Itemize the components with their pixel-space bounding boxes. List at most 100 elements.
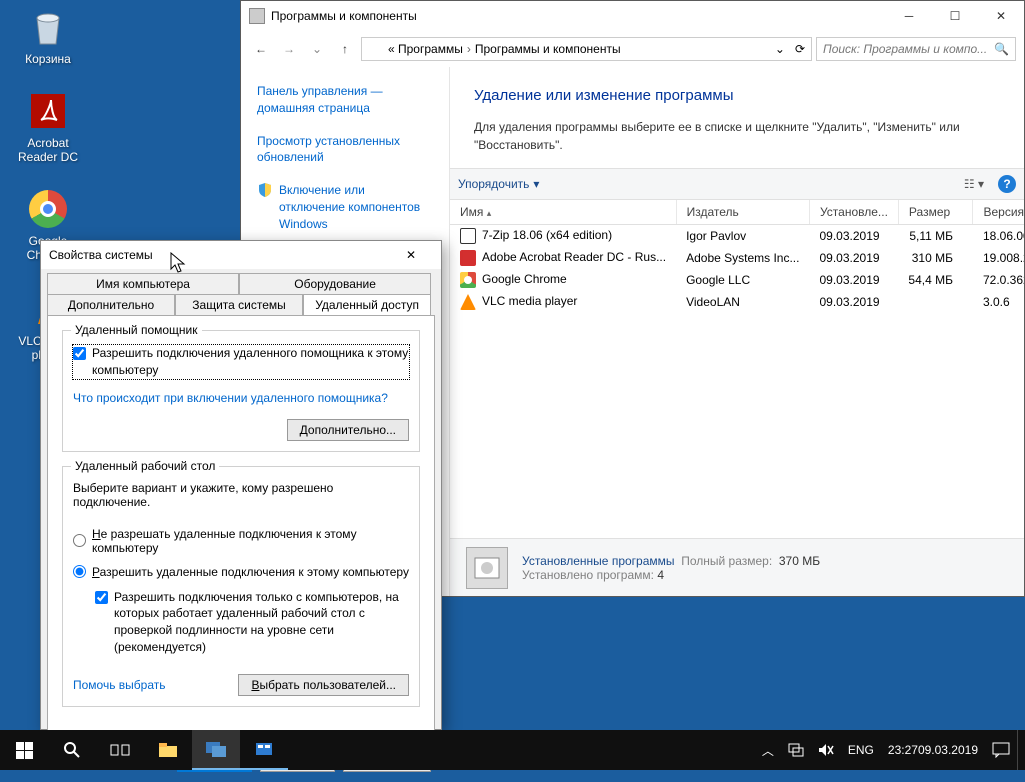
taskbar-app-explorer[interactable] — [144, 730, 192, 770]
breadcrumb-segment[interactable]: Программы и компоненты — [475, 42, 621, 56]
remote-tab-panel: Удаленный помощник Разрешить подключения… — [47, 315, 435, 736]
dialog-title-bar[interactable]: Свойства системы ✕ — [41, 241, 441, 269]
date: 09.03.2019 — [918, 743, 978, 757]
programs-icon — [466, 547, 508, 589]
shield-icon — [257, 182, 273, 198]
group-legend: Удаленный помощник — [71, 323, 202, 337]
start-button[interactable] — [0, 730, 48, 770]
minimize-button[interactable]: ─ — [886, 1, 932, 31]
forward-button[interactable]: → — [277, 37, 301, 61]
sidebar-link-windows-features[interactable]: Включение или отключение компонентов Win… — [279, 182, 433, 232]
tab-remote[interactable]: Удаленный доступ — [303, 294, 431, 315]
vlc-icon — [460, 294, 476, 310]
view-options-icon[interactable]: ☷ ▾ — [964, 177, 984, 191]
close-button[interactable]: ✕ — [389, 241, 433, 269]
tab-system-protection[interactable]: Защита системы — [175, 294, 303, 315]
network-icon[interactable] — [781, 730, 811, 770]
desktop-icon-recycle-bin[interactable]: Корзина — [10, 6, 86, 66]
taskbar-app-system-properties[interactable] — [192, 730, 240, 770]
table-row[interactable]: 7-Zip 18.06 (x64 edition)Igor Pavlov09.0… — [450, 225, 1024, 248]
programs-table[interactable]: Имя ▴ Издатель Установле... Размер Верси… — [450, 200, 1024, 538]
table-row[interactable]: VLC media playerVideoLAN09.03.20193.0.6 — [450, 291, 1024, 313]
column-header-name[interactable]: Имя ▴ — [450, 200, 676, 225]
breadcrumb-dropdown-icon[interactable]: ⌄ — [775, 42, 785, 56]
show-desktop-button[interactable] — [1017, 730, 1023, 770]
status-count-value: 4 — [657, 568, 664, 582]
status-total-label: Полный размер: — [681, 554, 772, 568]
tab-strip: Имя компьютера Оборудование Дополнительн… — [41, 269, 441, 315]
system-properties-dialog: Свойства системы ✕ Имя компьютера Оборуд… — [40, 240, 442, 730]
volume-icon[interactable] — [811, 730, 841, 770]
7zip-icon — [460, 228, 476, 244]
search-button[interactable] — [48, 730, 96, 770]
status-total-value: 370 МБ — [779, 554, 820, 568]
breadcrumb[interactable]: « Программы › Программы и компоненты ⌄ ⟳ — [361, 37, 812, 61]
taskbar: ︿ ENG 23:27 09.03.2019 — [0, 730, 1025, 770]
sidebar-link-updates[interactable]: Просмотр установленных обновлений — [257, 133, 433, 167]
close-button[interactable]: ✕ — [978, 1, 1024, 31]
tab-hardware[interactable]: Оборудование — [239, 273, 431, 294]
clock[interactable]: 23:27 09.03.2019 — [881, 730, 985, 770]
tab-computer-name[interactable]: Имя компьютера — [47, 273, 239, 294]
column-header-publisher[interactable]: Издатель — [676, 200, 809, 225]
group-legend: Удаленный рабочий стол — [71, 459, 219, 473]
back-button[interactable]: ← — [249, 37, 273, 61]
remote-assistance-help-link[interactable]: Что происходит при включении удаленного … — [73, 391, 388, 405]
status-count-label: Установлено программ: — [522, 568, 654, 582]
select-users-button[interactable]: Выбрать пользователей... — [238, 674, 409, 696]
action-center-icon[interactable] — [985, 730, 1017, 770]
chevron-down-icon: ▾ — [533, 177, 539, 191]
organize-menu[interactable]: Упорядочить ▾ — [458, 177, 539, 191]
window-title: Программы и компоненты — [271, 9, 417, 23]
radio-disallow-connections[interactable]: Не разрешать удаленные подключения к это… — [73, 527, 409, 555]
remote-desktop-group: Удаленный рабочий стол Выберите вариант … — [62, 466, 420, 707]
window-icon — [249, 8, 265, 24]
nav-bar: ← → ⌄ ↑ « Программы › Программы и компон… — [241, 31, 1024, 67]
refresh-icon[interactable]: ⟳ — [795, 42, 805, 56]
status-title: Установленные программы — [522, 554, 675, 568]
status-bar: Установленные программы Полный размер: 3… — [450, 538, 1024, 596]
column-header-size[interactable]: Размер — [898, 200, 973, 225]
tray-overflow-icon[interactable]: ︿ — [755, 730, 781, 770]
recycle-bin-icon — [27, 6, 69, 48]
remote-desktop-intro: Выберите вариант и укажите, кому разреше… — [73, 481, 409, 509]
taskbar-app-programs[interactable] — [240, 730, 288, 770]
breadcrumb-separator: › — [467, 42, 471, 56]
chrome-icon — [27, 188, 69, 230]
remote-assistance-group: Удаленный помощник Разрешить подключения… — [62, 330, 420, 452]
column-header-version[interactable]: Версия — [973, 200, 1024, 225]
programs-main-area: Удаление или изменение программы Для уда… — [449, 67, 1024, 596]
search-icon: 🔍 — [994, 42, 1009, 56]
desktop-icon-acrobat[interactable]: Acrobat Reader DC — [10, 90, 86, 164]
nla-checkbox[interactable]: Разрешить подключения только с компьютер… — [95, 589, 409, 656]
help-icon[interactable]: ? — [998, 175, 1016, 193]
page-title: Удаление или изменение программы — [474, 87, 1000, 104]
tab-advanced[interactable]: Дополнительно — [47, 294, 175, 315]
up-button[interactable]: ↑ — [333, 37, 357, 61]
desktop-icon-label: Корзина — [10, 52, 86, 66]
help-choose-link[interactable]: Помочь выбрать — [73, 678, 166, 692]
column-header-installed[interactable]: Установле... — [809, 200, 898, 225]
toolbar: Упорядочить ▾ ☷ ▾ ? — [450, 168, 1024, 200]
breadcrumb-segment[interactable]: « Программы — [388, 42, 463, 56]
title-bar[interactable]: Программы и компоненты ─ ☐ ✕ — [241, 1, 1024, 31]
advanced-button[interactable]: Дополнительно... — [287, 419, 409, 441]
allow-remote-assistance-checkbox[interactable]: Разрешить подключения удаленного помощни… — [73, 345, 409, 379]
task-view-button[interactable] — [96, 730, 144, 770]
location-icon — [368, 41, 384, 57]
maximize-button[interactable]: ☐ — [932, 1, 978, 31]
language-indicator[interactable]: ENG — [841, 730, 881, 770]
system-tray: ︿ ENG 23:27 09.03.2019 — [755, 730, 1025, 770]
chrome-icon — [460, 272, 476, 288]
radio-allow-connections[interactable]: Разрешить удаленные подключения к этому … — [73, 565, 409, 579]
adobe-icon — [460, 250, 476, 266]
table-row[interactable]: Adobe Acrobat Reader DC - Rus...Adobe Sy… — [450, 247, 1024, 269]
sidebar-link-home[interactable]: Панель управления — домашняя страница — [257, 83, 433, 117]
page-subtitle: Для удаления программы выберите ее в спи… — [474, 118, 1000, 154]
dialog-title: Свойства системы — [49, 248, 153, 262]
recent-dropdown[interactable]: ⌄ — [305, 37, 329, 61]
acrobat-icon — [27, 90, 69, 132]
search-input[interactable]: Поиск: Программы и компо... 🔍 — [816, 37, 1016, 61]
search-placeholder: Поиск: Программы и компо... — [823, 42, 987, 56]
table-row[interactable]: Google ChromeGoogle LLC09.03.201954,4 МБ… — [450, 269, 1024, 291]
